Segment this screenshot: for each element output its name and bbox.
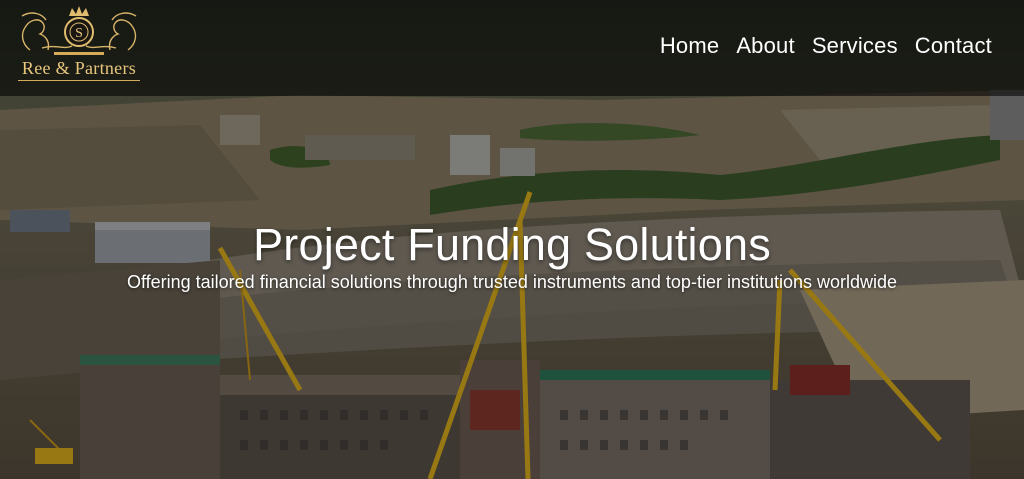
nav-services-link[interactable]: Services	[812, 33, 898, 59]
svg-text:S: S	[75, 26, 83, 41]
site-header: S Ree & Partners Home About Services Con…	[0, 0, 1024, 96]
nav-about-link[interactable]: About	[736, 33, 795, 59]
brand-logo[interactable]: S Ree & Partners	[12, 4, 146, 88]
hero-title: Project Funding Solutions	[253, 219, 771, 270]
nav-home-link[interactable]: Home	[660, 33, 720, 59]
hero-subtitle: Offering tailored financial solutions th…	[126, 272, 898, 292]
brand-underline	[18, 80, 140, 81]
crest-emblem-icon: S	[21, 6, 137, 55]
nav-contact-link[interactable]: Contact	[915, 33, 992, 59]
brand-name: Ree & Partners	[21, 58, 137, 78]
main-nav: Home About Services Contact	[643, 33, 992, 59]
